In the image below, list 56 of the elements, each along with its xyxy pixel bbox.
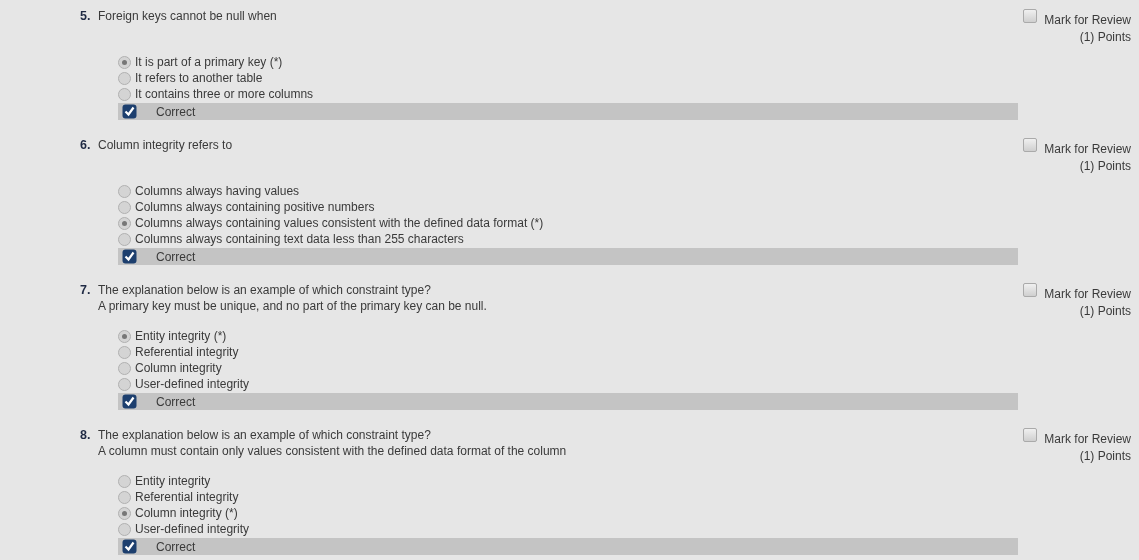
question-number: 6.	[80, 137, 92, 153]
option-label: Entity integrity (*)	[135, 329, 227, 343]
option-label: Referential integrity	[135, 345, 239, 359]
question-number: 7.	[80, 282, 92, 298]
result-label: Correct	[156, 394, 196, 409]
option-label: Columns always containing positive numbers	[135, 200, 375, 214]
points-label: (1) Points	[1079, 448, 1131, 465]
question-explanation: A column must contain only values consistent with the defined data format of the column	[98, 443, 568, 459]
option-label: Column integrity	[135, 361, 222, 375]
question-explanation: A primary key must be unique, and no part of the primary key can be null.	[98, 298, 488, 314]
radio-button[interactable]	[118, 200, 131, 214]
option-label: It refers to another table	[135, 71, 263, 85]
radio-button[interactable]	[118, 361, 131, 375]
radio-button[interactable]	[118, 474, 131, 488]
option-label: Referential integrity	[135, 490, 239, 504]
points-label: (1) Points	[1079, 158, 1131, 175]
option-label: User-defined integrity	[135, 522, 250, 536]
review-checkbox[interactable]	[1023, 138, 1038, 152]
points-label: (1) Points	[1079, 303, 1131, 320]
radio-button[interactable]	[118, 216, 131, 230]
review-checkbox[interactable]	[1023, 283, 1038, 297]
option-label: It contains three or more columns	[135, 87, 314, 101]
radio-button[interactable]	[118, 232, 131, 246]
radio-button[interactable]	[118, 71, 131, 85]
result-label: Correct	[156, 104, 196, 119]
option-label: User-defined integrity	[135, 377, 250, 391]
points-label: (1) Points	[1079, 29, 1131, 46]
radio-button[interactable]	[118, 522, 131, 536]
review-label: Mark for Review	[1044, 431, 1131, 447]
question-text: The explanation below is an example of which constraint type?	[98, 282, 431, 298]
radio-button[interactable]	[118, 87, 131, 101]
result-label: Correct	[156, 249, 196, 264]
question-number: 8.	[80, 427, 92, 443]
review-label: Mark for Review	[1044, 141, 1131, 157]
review-checkbox[interactable]	[1023, 9, 1038, 23]
radio-button[interactable]	[118, 377, 131, 391]
question-text: Column integrity refers to	[98, 137, 233, 153]
review-checkbox[interactable]	[1023, 428, 1038, 442]
option-label: Entity integrity	[135, 474, 211, 488]
option-label: It is part of a primary key (*)	[135, 55, 283, 69]
radio-button[interactable]	[118, 490, 131, 504]
result-label: Correct	[156, 539, 196, 554]
question-text: Foreign keys cannot be null when	[98, 8, 277, 24]
question-text: The explanation below is an example of which constraint type?	[98, 427, 431, 443]
option-label: Columns always having values	[135, 184, 300, 198]
radio-button[interactable]	[118, 329, 131, 343]
review-label: Mark for Review	[1044, 12, 1131, 28]
option-label: Columns always containing values consistent with the defined data format (*)	[135, 216, 544, 230]
review-label: Mark for Review	[1044, 286, 1131, 302]
question-number: 5.	[80, 8, 92, 24]
radio-button[interactable]	[118, 55, 131, 69]
radio-button[interactable]	[118, 345, 131, 359]
radio-button[interactable]	[118, 184, 131, 198]
radio-button[interactable]	[118, 506, 131, 520]
option-label: Column integrity (*)	[135, 506, 238, 520]
option-label: Columns always containing text data less than 255 characters	[135, 232, 464, 246]
